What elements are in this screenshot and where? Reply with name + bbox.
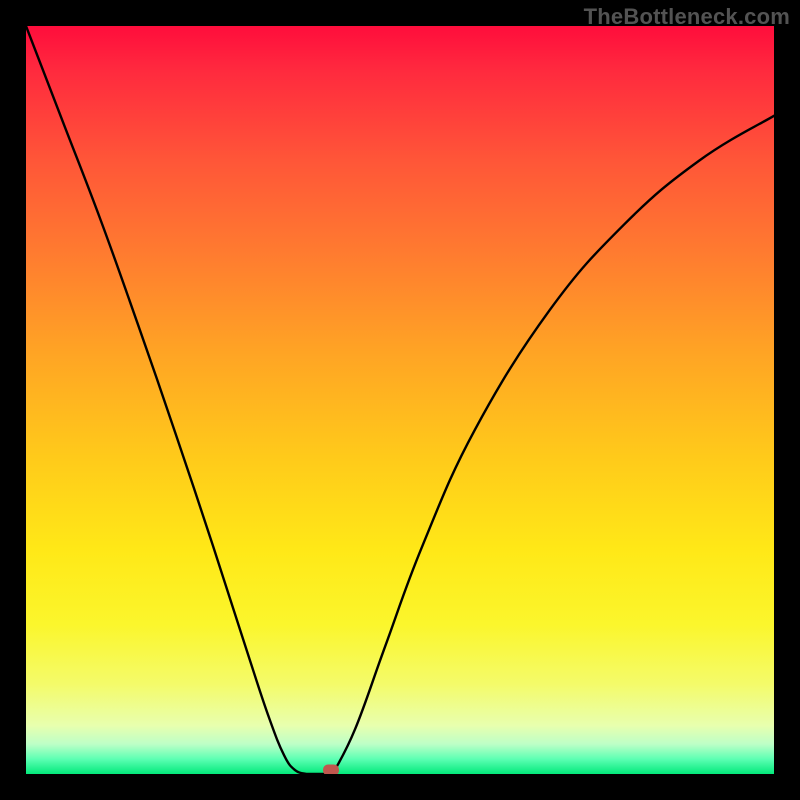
watermark-text: TheBottleneck.com (584, 4, 790, 30)
plot-area (26, 26, 774, 774)
chart-frame: TheBottleneck.com (0, 0, 800, 800)
minimum-marker-icon (323, 765, 339, 775)
bottleneck-curve (26, 26, 774, 774)
